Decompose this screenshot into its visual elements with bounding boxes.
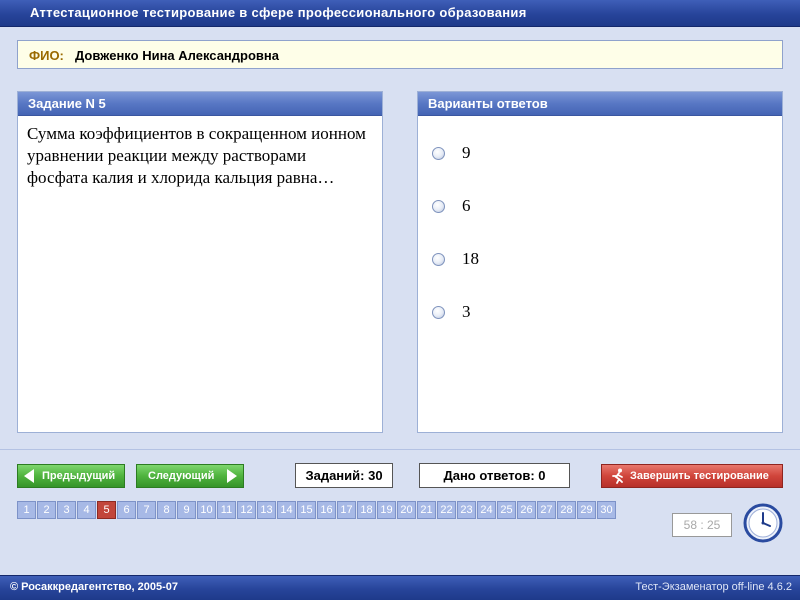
clock-icon: [743, 503, 783, 543]
question-number-4[interactable]: 4: [77, 501, 96, 519]
question-number-13[interactable]: 13: [257, 501, 276, 519]
question-number-30[interactable]: 30: [597, 501, 616, 519]
fio-value: Довженко Нина Александровна: [75, 48, 279, 63]
radio-button[interactable]: [432, 306, 445, 319]
question-number-1[interactable]: 1: [17, 501, 36, 519]
previous-button[interactable]: Предыдущий: [17, 464, 125, 488]
timer-display: 58 : 25: [672, 513, 732, 537]
answers-header: Варианты ответов: [418, 92, 782, 116]
question-number-5[interactable]: 5: [97, 501, 116, 519]
question-number-22[interactable]: 22: [437, 501, 456, 519]
previous-button-label: Предыдущий: [42, 470, 116, 482]
question-number-3[interactable]: 3: [57, 501, 76, 519]
divider: [0, 449, 800, 450]
question-number-16[interactable]: 16: [317, 501, 336, 519]
arrow-right-icon: [227, 469, 237, 483]
title-bar: Аттестационное тестирование в сфере проф…: [0, 0, 800, 27]
radio-button[interactable]: [432, 253, 445, 266]
answer-option-label: 6: [462, 196, 471, 215]
question-number-10[interactable]: 10: [197, 501, 216, 519]
question-number-21[interactable]: 21: [417, 501, 436, 519]
version-text: Тест-Экзаменатор off-line 4.6.2: [635, 581, 792, 593]
question-number-24[interactable]: 24: [477, 501, 496, 519]
answer-option-2[interactable]: 6: [432, 196, 732, 218]
answered-counter: Дано ответов: 0: [419, 463, 570, 488]
question-number-11[interactable]: 11: [217, 501, 236, 519]
question-number-26[interactable]: 26: [517, 501, 536, 519]
answer-option-label: 9: [462, 143, 471, 162]
question-number-2[interactable]: 2: [37, 501, 56, 519]
finish-test-button[interactable]: Завершить тестирование: [601, 464, 783, 488]
window-title: Аттестационное тестирование в сфере проф…: [30, 5, 527, 20]
answers-panel: Варианты ответов 9 6 18 3: [417, 91, 783, 433]
radio-button[interactable]: [432, 147, 445, 160]
question-number-28[interactable]: 28: [557, 501, 576, 519]
question-number-25[interactable]: 25: [497, 501, 516, 519]
question-number-20[interactable]: 20: [397, 501, 416, 519]
footer-bar: © Росаккредагентство, 2005-07 Тест-Экзам…: [0, 575, 800, 600]
question-number-18[interactable]: 18: [357, 501, 376, 519]
question-number-6[interactable]: 6: [117, 501, 136, 519]
question-number-12[interactable]: 12: [237, 501, 256, 519]
radio-button[interactable]: [432, 200, 445, 213]
answer-option-1[interactable]: 9: [432, 143, 732, 165]
fio-panel: ФИО: Довженко Нина Александровна: [17, 40, 783, 69]
copyright-text: © Росаккредагентство, 2005-07: [10, 581, 179, 593]
task-panel: Задание N 5 Сумма коэффициентов в сокращ…: [17, 91, 383, 433]
next-button[interactable]: Следующий: [136, 464, 244, 488]
arrow-left-icon: [24, 469, 34, 483]
question-number-14[interactable]: 14: [277, 501, 296, 519]
answer-option-3[interactable]: 18: [432, 249, 732, 271]
question-number-29[interactable]: 29: [577, 501, 596, 519]
fio-label: ФИО:: [29, 48, 64, 63]
finish-test-label: Завершить тестирование: [630, 470, 769, 482]
answer-option-label: 18: [462, 249, 479, 268]
question-number-23[interactable]: 23: [457, 501, 476, 519]
next-button-label: Следующий: [148, 470, 215, 482]
question-number-27[interactable]: 27: [537, 501, 556, 519]
total-tasks-counter: Заданий: 30: [295, 463, 393, 488]
question-number-19[interactable]: 19: [377, 501, 396, 519]
answer-option-4[interactable]: 3: [432, 302, 732, 324]
running-man-icon: [612, 468, 623, 484]
answer-option-label: 3: [462, 302, 471, 321]
question-number-15[interactable]: 15: [297, 501, 316, 519]
question-text: Сумма коэффициентов в сокращенном ионном…: [27, 124, 366, 187]
task-header: Задание N 5: [18, 92, 382, 116]
question-number-8[interactable]: 8: [157, 501, 176, 519]
question-number-9[interactable]: 9: [177, 501, 196, 519]
question-number-7[interactable]: 7: [137, 501, 156, 519]
question-number-17[interactable]: 17: [337, 501, 356, 519]
